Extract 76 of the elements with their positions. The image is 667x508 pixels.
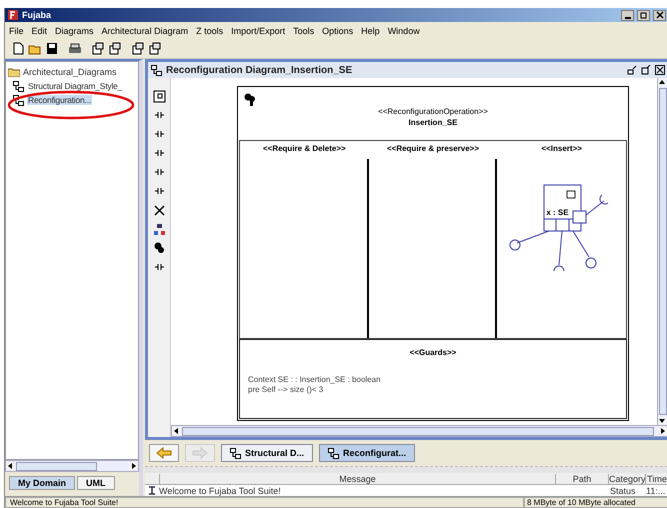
column-header[interactable]: Path bbox=[555, 474, 608, 484]
node-label: x : SE bbox=[546, 208, 569, 217]
menu-item[interactable]: Diagrams bbox=[55, 26, 94, 36]
menu-item[interactable]: Tools bbox=[293, 26, 314, 36]
restore-icon bbox=[640, 11, 648, 19]
menu-item[interactable]: Help bbox=[361, 26, 380, 36]
up-arrow-icon[interactable] bbox=[658, 78, 666, 86]
tree-item[interactable]: Architectural_Diagrams bbox=[23, 67, 117, 77]
left-arrow-icon[interactable] bbox=[6, 462, 14, 470]
operation-name: Insertion_SE bbox=[408, 118, 458, 127]
app-icon bbox=[7, 9, 19, 21]
toolbar-icon[interactable] bbox=[108, 42, 122, 55]
toolbar-icon[interactable] bbox=[131, 42, 145, 55]
minimize-button[interactable] bbox=[621, 10, 634, 20]
palette-tool-icon[interactable] bbox=[152, 242, 166, 255]
guard-expression: Context SE : : Insertion_SE : boolean bbox=[247, 375, 382, 385]
right-arrow-icon bbox=[192, 447, 208, 460]
diagram-icon bbox=[328, 448, 340, 459]
close-button[interactable] bbox=[653, 10, 666, 20]
compartment-title: <<Insert>> bbox=[541, 143, 582, 155]
horizontal-scrollbar[interactable] bbox=[5, 460, 139, 472]
table-cell-text: Welcome to Fujaba Tool Suite! bbox=[159, 486, 282, 496]
menu-item[interactable]: Import/Export bbox=[231, 26, 286, 36]
diagram-icon bbox=[230, 448, 241, 459]
palette-tool-icon[interactable] bbox=[152, 204, 166, 217]
menu-item[interactable]: Edit bbox=[32, 26, 48, 36]
toolbar-icon[interactable] bbox=[45, 42, 59, 55]
toolbar-icon[interactable] bbox=[91, 42, 105, 55]
right-arrow-icon[interactable] bbox=[659, 427, 667, 436]
column-header[interactable]: Category bbox=[608, 474, 645, 484]
menu-item[interactable]: Options bbox=[322, 26, 354, 36]
restore-button[interactable] bbox=[637, 10, 650, 20]
horizontal-scrollbar[interactable] bbox=[171, 425, 667, 438]
diagram-icon bbox=[13, 94, 24, 106]
guard-expression: pre Self --> size ()< 3 bbox=[247, 385, 324, 395]
menu-item[interactable]: Z tools bbox=[196, 26, 224, 36]
left-arrow-icon[interactable] bbox=[172, 427, 180, 436]
column-header[interactable]: Time bbox=[645, 474, 667, 484]
toolbar-icon[interactable] bbox=[11, 42, 25, 55]
folder-icon bbox=[8, 67, 20, 77]
tree-item[interactable]: Reconfiguration... bbox=[27, 95, 92, 105]
menu-item[interactable]: Window bbox=[388, 26, 420, 36]
info-icon bbox=[148, 486, 156, 495]
status-text: Welcome to Fujaba Tool Suite! bbox=[5, 497, 524, 508]
stereotype-label: <<ReconfigurationOperation>> bbox=[378, 107, 488, 116]
memory-status: 8 MByte of 10 MByte allocated bbox=[524, 497, 667, 508]
diagram-icon bbox=[151, 64, 162, 76]
down-arrow-icon[interactable] bbox=[658, 417, 666, 426]
window-title: Fujaba bbox=[22, 10, 52, 20]
toolbar-icon[interactable] bbox=[148, 42, 162, 55]
vertical-scrollbar[interactable] bbox=[657, 78, 667, 426]
close-icon bbox=[656, 11, 664, 19]
maximize-icon[interactable] bbox=[641, 65, 651, 75]
palette-tool-icon[interactable] bbox=[152, 223, 166, 236]
diagram-icon bbox=[13, 80, 24, 92]
compartment-title: <<Require & Delete>> bbox=[262, 143, 346, 155]
back-button[interactable] bbox=[149, 444, 179, 462]
table-cell-text: Status bbox=[610, 486, 637, 496]
menu-item[interactable]: Architectural Diagram bbox=[102, 26, 188, 36]
diagram-tab[interactable]: Structural D... bbox=[221, 444, 314, 462]
diagram-tab[interactable]: Reconfigurat... bbox=[319, 444, 416, 462]
tree-item[interactable]: Structural Diagram_Style_ bbox=[27, 81, 124, 91]
editor-title: Reconfiguration Diagram_Insertion_SE bbox=[166, 64, 352, 76]
menu-item[interactable]: File bbox=[9, 26, 24, 36]
left-arrow-icon bbox=[156, 447, 172, 460]
minimize-icon[interactable] bbox=[627, 65, 637, 75]
tab[interactable]: UML bbox=[77, 476, 115, 490]
palette-tool-icon[interactable] bbox=[152, 90, 166, 103]
right-arrow-icon[interactable] bbox=[130, 462, 138, 470]
close-icon[interactable] bbox=[655, 65, 665, 75]
toolbar-icon[interactable] bbox=[68, 42, 82, 55]
tab[interactable]: My Domain bbox=[9, 476, 76, 490]
guards-title: <<Guards>> bbox=[410, 348, 456, 357]
table-cell-text: 11:... bbox=[646, 486, 666, 496]
column-header[interactable]: Message bbox=[159, 474, 555, 484]
compartment-title: <<Require & preserve>> bbox=[386, 143, 480, 155]
